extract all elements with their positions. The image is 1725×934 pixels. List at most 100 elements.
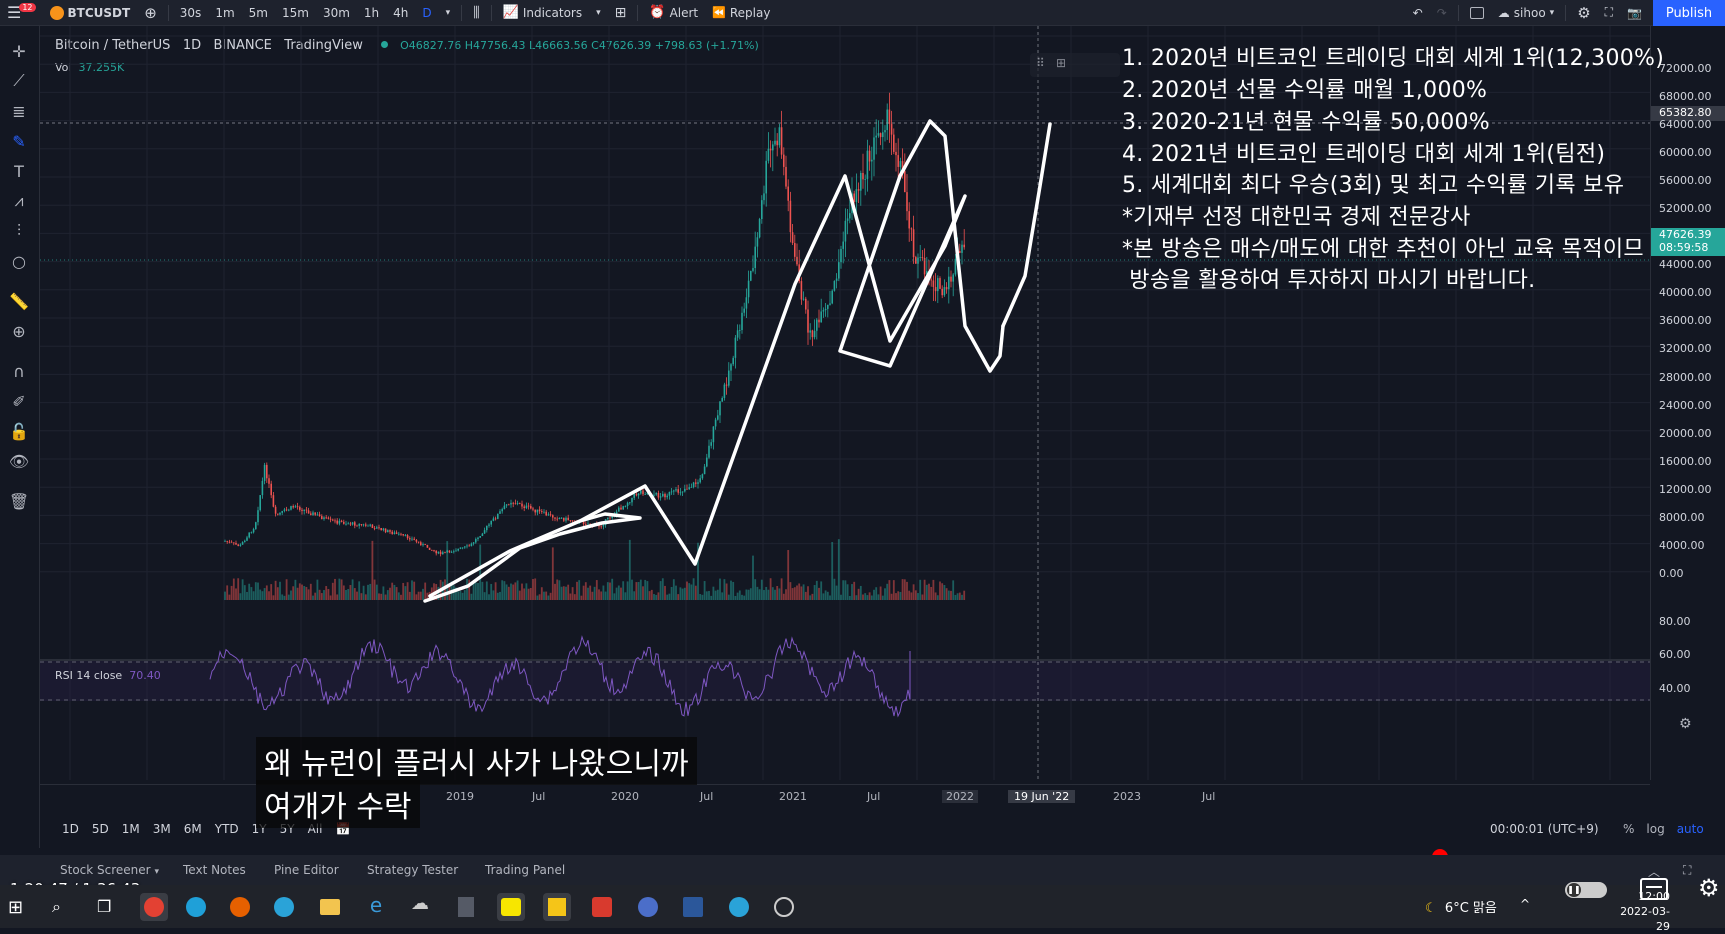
candle (939, 278, 941, 289)
tab-strategy-tester[interactable]: Strategy Tester (367, 863, 458, 877)
user-layout-button[interactable]: ☁ sihoo ▾ (1491, 6, 1561, 20)
fib-tool[interactable]: ≣ (8, 100, 30, 122)
publish-button[interactable]: Publish (1653, 0, 1725, 26)
taskbar-app-firefox[interactable] (226, 893, 254, 921)
tab-pine-editor[interactable]: Pine Editor (274, 863, 339, 877)
candle (668, 491, 671, 496)
templates-button[interactable]: ⊞ (608, 5, 634, 21)
tab-trading-panel[interactable]: Trading Panel (485, 863, 565, 877)
range-3m[interactable]: 3M (153, 822, 171, 836)
taskbar-app-cloud[interactable]: ☁ (406, 893, 434, 921)
range-1m[interactable]: 1M (122, 822, 140, 836)
forecast-tool[interactable]: ⫶ (8, 220, 30, 242)
hide-tool[interactable]: 👁 (8, 450, 30, 472)
trendline-tool[interactable]: ⟋ (8, 70, 30, 92)
interval-1h[interactable]: 1h (357, 6, 386, 20)
auto-scale-button[interactable]: auto (1677, 822, 1704, 836)
interval-5m[interactable]: 5m (242, 6, 275, 20)
player-settings-button[interactable]: ⚙ (1698, 874, 1720, 902)
snapshot-button[interactable]: 📷 (1620, 6, 1649, 20)
autoplay-toggle[interactable]: ❚❚ (1565, 882, 1607, 898)
interval-30s[interactable]: 30s (173, 6, 209, 20)
taskbar-search[interactable]: ⌕ (52, 897, 61, 917)
interval-d[interactable]: D (415, 6, 438, 20)
floating-drawing-toolbar[interactable]: ⠿ ⊞ (1030, 53, 1120, 77)
rsi-label: RSI 14 close (55, 669, 123, 682)
brush-stroke-3[interactable] (1001, 122, 1052, 328)
taskbar-app-telegram-2[interactable] (725, 893, 753, 921)
volume-bar (587, 587, 589, 600)
fullscreen-button[interactable]: ⛶ (1598, 5, 1620, 20)
weather-widget[interactable]: ☾ 6°C 맑음 (1425, 897, 1497, 916)
menu-button[interactable]: ☰ 12 (0, 3, 43, 22)
log-scale-button[interactable]: log (1646, 822, 1664, 836)
axis-settings-button[interactable]: ⚙ (1679, 716, 1692, 732)
range-6m[interactable]: 6M (184, 822, 202, 836)
brush-stroke-2[interactable] (578, 119, 1005, 566)
taskbar-app-obs[interactable] (770, 893, 798, 921)
pattern-tool[interactable]: ⩘ (8, 190, 30, 212)
alert-button[interactable]: ⏰ Alert (642, 5, 705, 20)
brush-drawings[interactable] (423, 119, 1052, 603)
settings-button[interactable]: ⚙ (1570, 4, 1597, 22)
task-view-button[interactable]: ❐ (97, 897, 111, 916)
taskbar-app-explorer[interactable] (316, 893, 344, 921)
symbol-search[interactable]: BTCUSDT (43, 5, 138, 20)
taskbar-app-kakaotalk[interactable] (497, 893, 525, 921)
volume-bar (701, 594, 704, 600)
candle (567, 517, 569, 521)
crosshair-tool[interactable]: ✛ (8, 40, 30, 62)
tray-expand-button[interactable]: ^ (1520, 897, 1530, 911)
redo-button[interactable]: ↷ (1430, 6, 1454, 20)
pattern-icon: ⩘ (14, 191, 24, 210)
taskbar-app-chrome-2[interactable] (634, 893, 662, 921)
taskbar-app-sticky[interactable] (543, 893, 571, 921)
interval-30m[interactable]: 30m (316, 6, 357, 20)
remove-tool[interactable]: 🗑 (8, 490, 30, 512)
taskbar-app-chrome[interactable] (140, 893, 168, 921)
timezone-clock[interactable]: 00:00:01 (UTC+9) (1490, 822, 1599, 836)
range-5d[interactable]: 5D (92, 822, 109, 836)
maximize-panel-button[interactable]: ⛶ (1683, 863, 1691, 878)
volume-bar (840, 594, 842, 600)
price-axis[interactable]: 72000.00 68000.00 65382.80 64000.00 6000… (1650, 26, 1725, 780)
volume-bar (824, 590, 827, 600)
taskbar-app-calculator[interactable] (452, 893, 480, 921)
compare-button[interactable]: ⊕ (137, 4, 164, 22)
undo-button[interactable]: ↶ (1406, 6, 1430, 20)
magnet-tool[interactable]: ∩ (8, 360, 30, 382)
volume-bar (637, 582, 640, 600)
lock-tool[interactable]: 🔓 (8, 420, 30, 442)
volume-bar (818, 587, 820, 600)
replay-button[interactable]: ⏪ Replay (705, 6, 777, 20)
candle (387, 530, 389, 533)
chart-type-button[interactable]: ⫼ (466, 5, 486, 21)
taskbar-app-ie[interactable]: e (362, 893, 390, 921)
interval-1m[interactable]: 1m (208, 6, 241, 20)
text-tool[interactable]: T (8, 160, 30, 182)
range-1d[interactable]: 1D (62, 822, 79, 836)
start-button[interactable]: ⊞ (8, 897, 23, 918)
taskbar-app-edge[interactable] (182, 893, 210, 921)
taskbar-app-telegram[interactable] (270, 893, 298, 921)
range-ytd[interactable]: YTD (215, 822, 239, 836)
volume-bar (602, 585, 605, 600)
interval-15m[interactable]: 15m (275, 6, 316, 20)
indicators-button[interactable]: 📈 Indicators ▾ (496, 5, 608, 20)
tab-text-notes[interactable]: Text Notes (183, 863, 246, 877)
layout-button[interactable] (1463, 6, 1491, 19)
taskbar-app-red[interactable] (588, 893, 616, 921)
measure-tool[interactable]: 📏 (8, 290, 30, 312)
stay-drawing-tool[interactable]: ✐ (8, 390, 30, 412)
captions-button[interactable] (1640, 878, 1668, 900)
zoom-tool[interactable]: ⊕ (8, 320, 30, 342)
taskbar-app-word[interactable] (679, 893, 707, 921)
interval-4h[interactable]: 4h (386, 6, 415, 20)
candle (246, 537, 248, 541)
percent-scale-button[interactable]: % (1623, 822, 1634, 836)
volume-bar (241, 579, 244, 600)
interval-dropdown[interactable]: ▾ (439, 8, 458, 18)
brush-tool[interactable]: ✎ (8, 130, 30, 152)
tab-stock-screener[interactable]: Stock Screener ▾ (60, 863, 159, 877)
shapes-tool[interactable]: ○ (8, 250, 30, 272)
